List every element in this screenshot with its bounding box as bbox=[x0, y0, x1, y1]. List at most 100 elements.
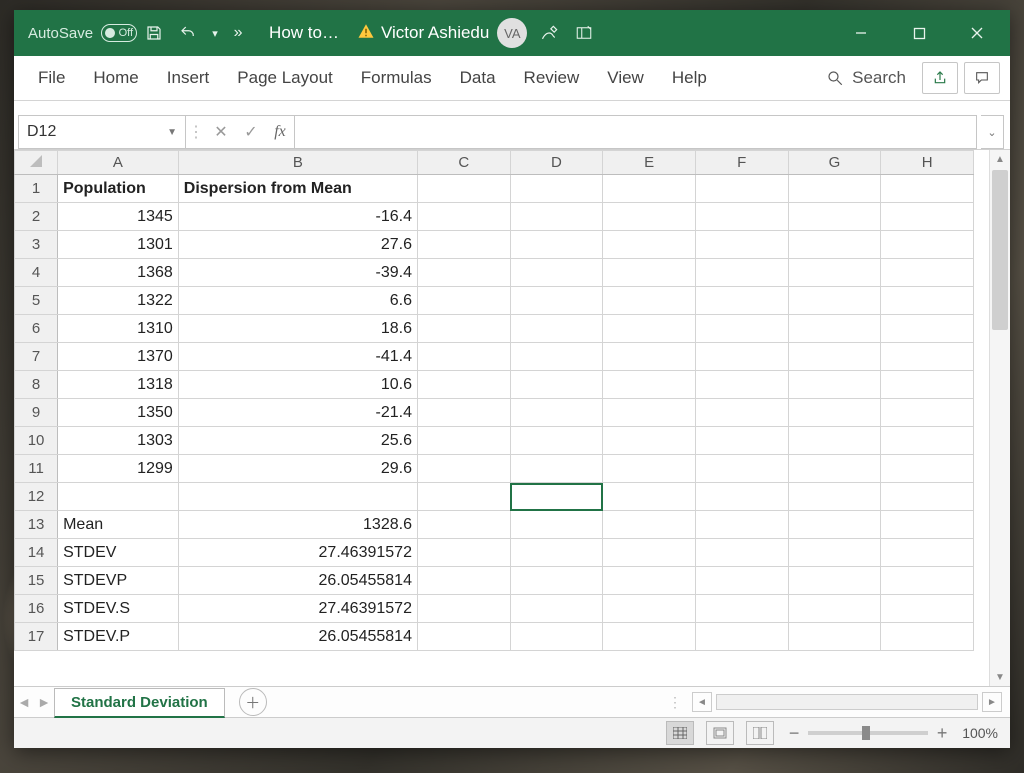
cell-E14[interactable] bbox=[603, 539, 696, 567]
draw-icon[interactable] bbox=[533, 10, 567, 56]
cell-E8[interactable] bbox=[603, 371, 696, 399]
cell-B13[interactable]: 1328.6 bbox=[178, 511, 417, 539]
row-header-4[interactable]: 4 bbox=[15, 259, 58, 287]
row-header-13[interactable]: 13 bbox=[15, 511, 58, 539]
cell-F10[interactable] bbox=[695, 427, 788, 455]
column-header-F[interactable]: F bbox=[695, 151, 788, 175]
cell-F11[interactable] bbox=[695, 455, 788, 483]
view-normal-icon[interactable] bbox=[666, 721, 694, 745]
column-header-G[interactable]: G bbox=[788, 151, 881, 175]
row-header-5[interactable]: 5 bbox=[15, 287, 58, 315]
cell-G14[interactable] bbox=[788, 539, 881, 567]
cell-H7[interactable] bbox=[881, 343, 974, 371]
cell-B6[interactable]: 18.6 bbox=[178, 315, 417, 343]
maximize-button[interactable] bbox=[890, 10, 948, 56]
cell-B11[interactable]: 29.6 bbox=[178, 455, 417, 483]
row-header-10[interactable]: 10 bbox=[15, 427, 58, 455]
cell-H1[interactable] bbox=[881, 175, 974, 203]
cell-H9[interactable] bbox=[881, 399, 974, 427]
view-page-break-icon[interactable] bbox=[746, 721, 774, 745]
scroll-down-icon[interactable]: ▼ bbox=[990, 668, 1010, 686]
cell-A6[interactable]: 1310 bbox=[58, 315, 179, 343]
cell-E5[interactable] bbox=[603, 287, 696, 315]
cell-B2[interactable]: -16.4 bbox=[178, 203, 417, 231]
sheet-nav-next-icon[interactable]: ► bbox=[34, 694, 54, 710]
zoom-slider[interactable]: − + bbox=[786, 723, 950, 744]
column-header-E[interactable]: E bbox=[603, 151, 696, 175]
new-sheet-button[interactable]: ＋ bbox=[239, 688, 267, 716]
close-button[interactable] bbox=[948, 10, 1006, 56]
row-header-16[interactable]: 16 bbox=[15, 595, 58, 623]
cell-H10[interactable] bbox=[881, 427, 974, 455]
cell-D16[interactable] bbox=[510, 595, 603, 623]
cell-C7[interactable] bbox=[417, 343, 510, 371]
minimize-button[interactable] bbox=[832, 10, 890, 56]
cell-C5[interactable] bbox=[417, 287, 510, 315]
row-header-7[interactable]: 7 bbox=[15, 343, 58, 371]
cell-G5[interactable] bbox=[788, 287, 881, 315]
tab-view[interactable]: View bbox=[593, 56, 658, 100]
cell-B15[interactable]: 26.05455814 bbox=[178, 567, 417, 595]
tab-page-layout[interactable]: Page Layout bbox=[223, 56, 346, 100]
cell-D7[interactable] bbox=[510, 343, 603, 371]
cell-C10[interactable] bbox=[417, 427, 510, 455]
ribbon-mode-icon[interactable] bbox=[567, 10, 601, 56]
cell-G1[interactable] bbox=[788, 175, 881, 203]
cell-C3[interactable] bbox=[417, 231, 510, 259]
search-button[interactable]: Search bbox=[816, 68, 916, 88]
cell-E3[interactable] bbox=[603, 231, 696, 259]
cell-F3[interactable] bbox=[695, 231, 788, 259]
sheet-nav-prev-icon[interactable]: ◄ bbox=[14, 694, 34, 710]
cell-A4[interactable]: 1368 bbox=[58, 259, 179, 287]
autosave-toggle[interactable]: AutoSave Off bbox=[28, 24, 137, 42]
row-header-12[interactable]: 12 bbox=[15, 483, 58, 511]
cell-H12[interactable] bbox=[881, 483, 974, 511]
cell-F17[interactable] bbox=[695, 623, 788, 651]
cell-F6[interactable] bbox=[695, 315, 788, 343]
cell-H13[interactable] bbox=[881, 511, 974, 539]
scroll-thumb[interactable] bbox=[992, 170, 1008, 330]
zoom-level[interactable]: 100% bbox=[962, 725, 998, 741]
cell-D9[interactable] bbox=[510, 399, 603, 427]
cell-C12[interactable] bbox=[417, 483, 510, 511]
cell-C13[interactable] bbox=[417, 511, 510, 539]
cell-B7[interactable]: -41.4 bbox=[178, 343, 417, 371]
cell-B16[interactable]: 27.46391572 bbox=[178, 595, 417, 623]
cell-B17[interactable]: 26.05455814 bbox=[178, 623, 417, 651]
cell-G2[interactable] bbox=[788, 203, 881, 231]
row-header-11[interactable]: 11 bbox=[15, 455, 58, 483]
cell-H8[interactable] bbox=[881, 371, 974, 399]
cell-G3[interactable] bbox=[788, 231, 881, 259]
cancel-formula-icon[interactable]: ✕ bbox=[206, 115, 236, 149]
scroll-up-icon[interactable]: ▲ bbox=[990, 150, 1010, 168]
row-header-1[interactable]: 1 bbox=[15, 175, 58, 203]
cell-D5[interactable] bbox=[510, 287, 603, 315]
cell-G10[interactable] bbox=[788, 427, 881, 455]
cell-H11[interactable] bbox=[881, 455, 974, 483]
cell-H16[interactable] bbox=[881, 595, 974, 623]
cell-G16[interactable] bbox=[788, 595, 881, 623]
cell-D14[interactable] bbox=[510, 539, 603, 567]
qat-overflow-icon[interactable]: » bbox=[225, 10, 251, 56]
cell-D4[interactable] bbox=[510, 259, 603, 287]
cell-E15[interactable] bbox=[603, 567, 696, 595]
row-header-6[interactable]: 6 bbox=[15, 315, 58, 343]
cell-B4[interactable]: -39.4 bbox=[178, 259, 417, 287]
cell-A17[interactable]: STDEV.P bbox=[58, 623, 179, 651]
row-header-9[interactable]: 9 bbox=[15, 399, 58, 427]
cell-B12[interactable] bbox=[178, 483, 417, 511]
tab-formulas[interactable]: Formulas bbox=[347, 56, 446, 100]
cell-C1[interactable] bbox=[417, 175, 510, 203]
formula-expand-icon[interactable]: ⌄ bbox=[981, 115, 1004, 149]
cell-A9[interactable]: 1350 bbox=[58, 399, 179, 427]
select-all-corner[interactable] bbox=[15, 151, 58, 175]
tab-data[interactable]: Data bbox=[446, 56, 510, 100]
cell-E12[interactable] bbox=[603, 483, 696, 511]
toggle-switch[interactable]: Off bbox=[101, 24, 137, 42]
cell-A3[interactable]: 1301 bbox=[58, 231, 179, 259]
row-header-3[interactable]: 3 bbox=[15, 231, 58, 259]
undo-icon[interactable] bbox=[171, 10, 205, 56]
cell-F9[interactable] bbox=[695, 399, 788, 427]
cell-D1[interactable] bbox=[510, 175, 603, 203]
cell-A13[interactable]: Mean bbox=[58, 511, 179, 539]
